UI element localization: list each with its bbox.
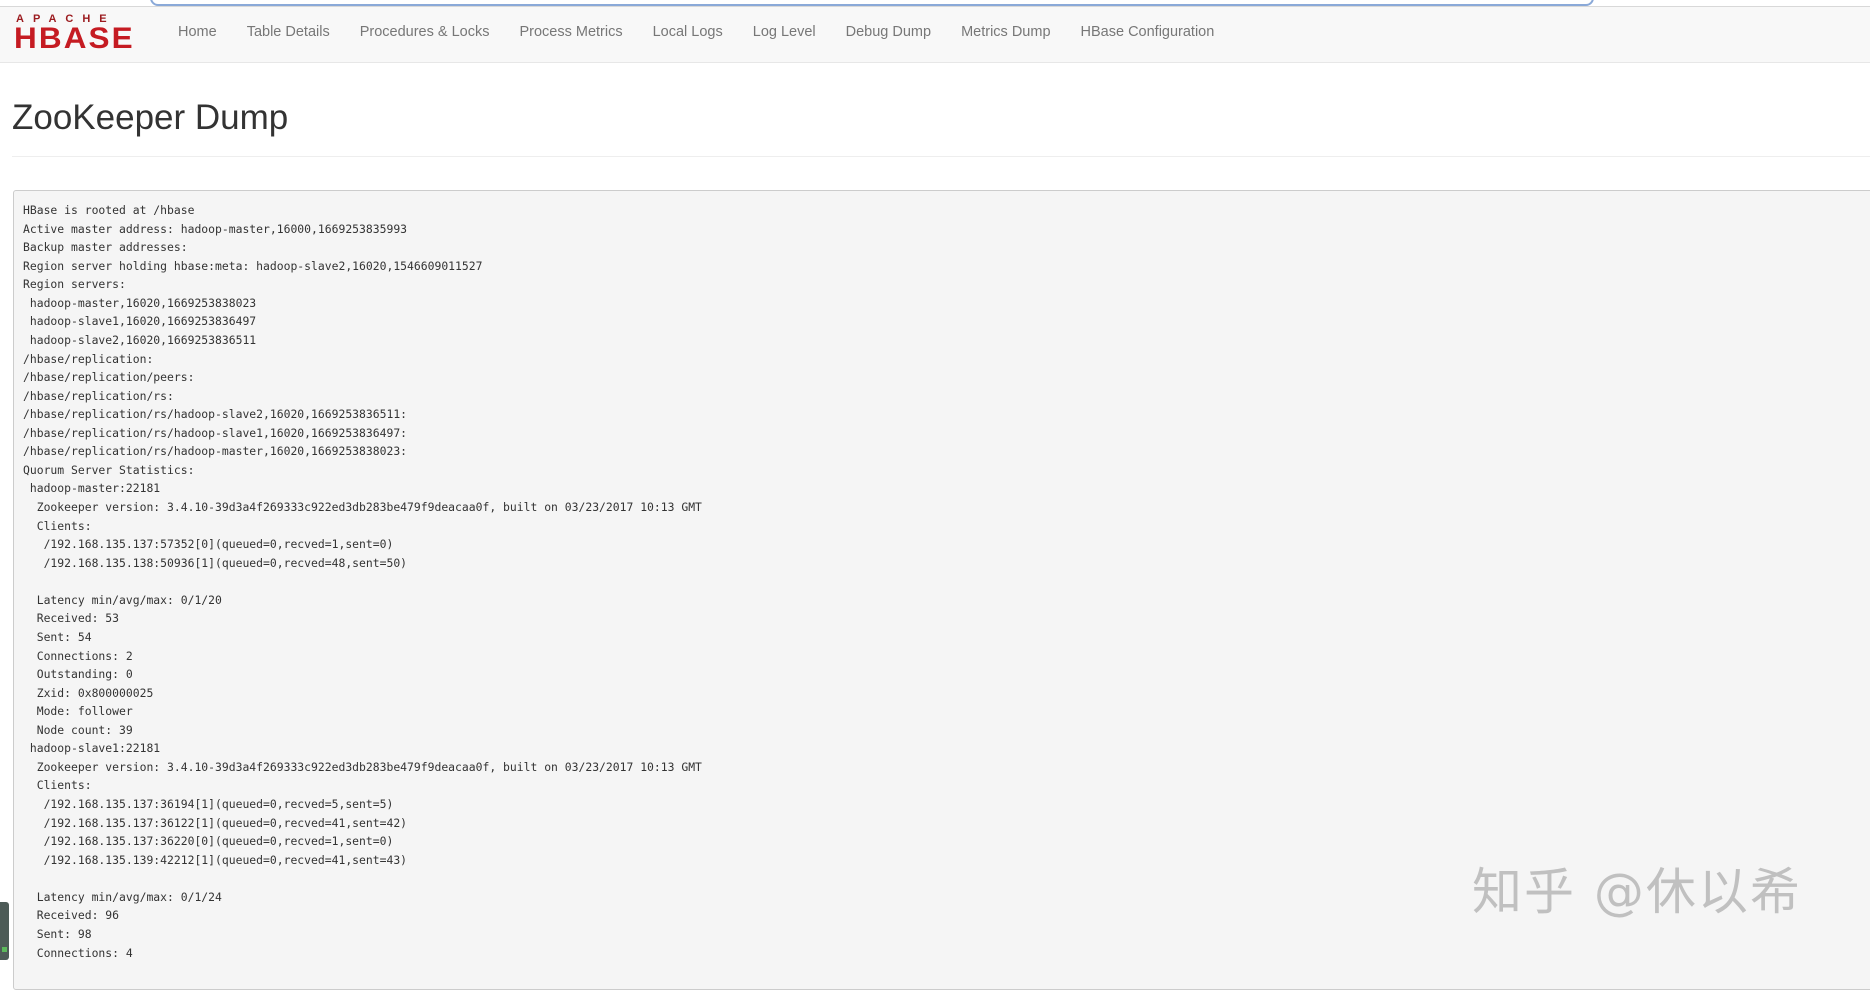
nav-item-home[interactable]: Home: [163, 7, 232, 57]
dump-line: Active master address: hadoop-master,160…: [23, 221, 408, 236]
nav-item-hbase-configuration[interactable]: HBase Configuration: [1066, 7, 1230, 57]
page-header: ZooKeeper Dump: [12, 88, 1870, 157]
dump-line: /hbase/replication/peers:: [23, 370, 195, 385]
dump-line: Zookeeper version: 3.4.10-39d3a4f269333c…: [23, 500, 702, 514]
hbase-logo[interactable]: APACHE HBASE: [14, 13, 150, 55]
nav-item-procedures-locks[interactable]: Procedures & Locks: [345, 7, 505, 57]
dump-line: Connections: 2: [23, 648, 133, 663]
dump-line: Sent: 54: [23, 629, 92, 644]
nav-item-table-details[interactable]: Table Details: [232, 7, 345, 57]
top-navbar: APACHE HBASE Home Table Details Procedur…: [0, 7, 1870, 63]
dump-line: /hbase/replication:: [23, 351, 154, 366]
dump-line: HBase is rooted at /hbase: [23, 203, 195, 217]
dump-line: [23, 572, 1870, 591]
dump-line: Outstanding: 0: [23, 667, 133, 682]
dump-line: Zxid: 0x800000025: [23, 685, 154, 700]
dump-line: /hbase/replication/rs/hadoop-master,1602…: [23, 444, 408, 459]
dump-line: /192.168.135.137:36194[1](queued=0,recve…: [23, 797, 394, 811]
nav-item-log-level[interactable]: Log Level: [738, 7, 831, 57]
dump-line: /hbase/replication/rs:: [23, 388, 174, 403]
dump-line: Quorum Server Statistics:: [23, 462, 195, 477]
dump-line: /hbase/replication/rs/hadoop-slave1,1602…: [23, 425, 408, 440]
dump-line: Region server holding hbase:meta: hadoop…: [23, 258, 483, 273]
dump-line: Clients:: [23, 778, 92, 793]
logo-hbase-text: HBASE: [14, 22, 135, 55]
dump-line: hadoop-slave2,16020,1669253836511: [23, 332, 257, 347]
dump-line: hadoop-slave1,16020,1669253836497: [23, 314, 257, 329]
status-indicator-icon: [2, 947, 7, 952]
dump-line: Received: 53: [23, 611, 120, 626]
side-panel-toggle[interactable]: [0, 902, 9, 960]
nav-item-debug-dump[interactable]: Debug Dump: [831, 7, 946, 57]
dump-line: Zookeeper version: 3.4.10-39d3a4f269333c…: [23, 759, 702, 774]
dump-line: /192.168.135.137:36122[1](queued=0,recve…: [23, 815, 408, 830]
dump-line: Latency min/avg/max: 0/1/20: [23, 592, 222, 607]
dump-line: hadoop-master,16020,1669253838023: [23, 295, 257, 310]
dump-line: /hbase/replication/rs/hadoop-slave2,1602…: [23, 407, 408, 422]
address-bar[interactable]: [150, 0, 1594, 6]
dump-line: /192.168.135.138:50936[1](queued=0,recve…: [23, 555, 408, 570]
dump-line: Clients:: [23, 518, 92, 533]
dump-line: hadoop-master:22181: [23, 481, 161, 496]
watermark: 知乎 @休以希: [1472, 863, 1802, 921]
browser-chrome-edge: [0, 0, 1870, 7]
dump-line: Sent: 98: [23, 926, 92, 941]
dump-line: /192.168.135.137:57352[0](queued=0,recve…: [23, 537, 394, 552]
dump-line: Node count: 39: [23, 722, 133, 737]
dump-line: Mode: follower: [23, 704, 133, 719]
dump-line: Connections: 4: [23, 945, 133, 960]
dump-line: /192.168.135.137:36220[0](queued=0,recve…: [23, 834, 394, 849]
page-title: ZooKeeper Dump: [12, 98, 289, 137]
dump-line: Region servers:: [23, 277, 126, 292]
dump-line: hadoop-slave1:22181: [23, 741, 161, 756]
nav-menu: Home Table Details Procedures & Locks Pr…: [163, 7, 1229, 57]
nav-item-process-metrics[interactable]: Process Metrics: [504, 7, 637, 57]
nav-item-local-logs[interactable]: Local Logs: [638, 7, 738, 57]
dump-line: Backup master addresses:: [23, 240, 188, 255]
nav-item-metrics-dump[interactable]: Metrics Dump: [946, 7, 1065, 57]
